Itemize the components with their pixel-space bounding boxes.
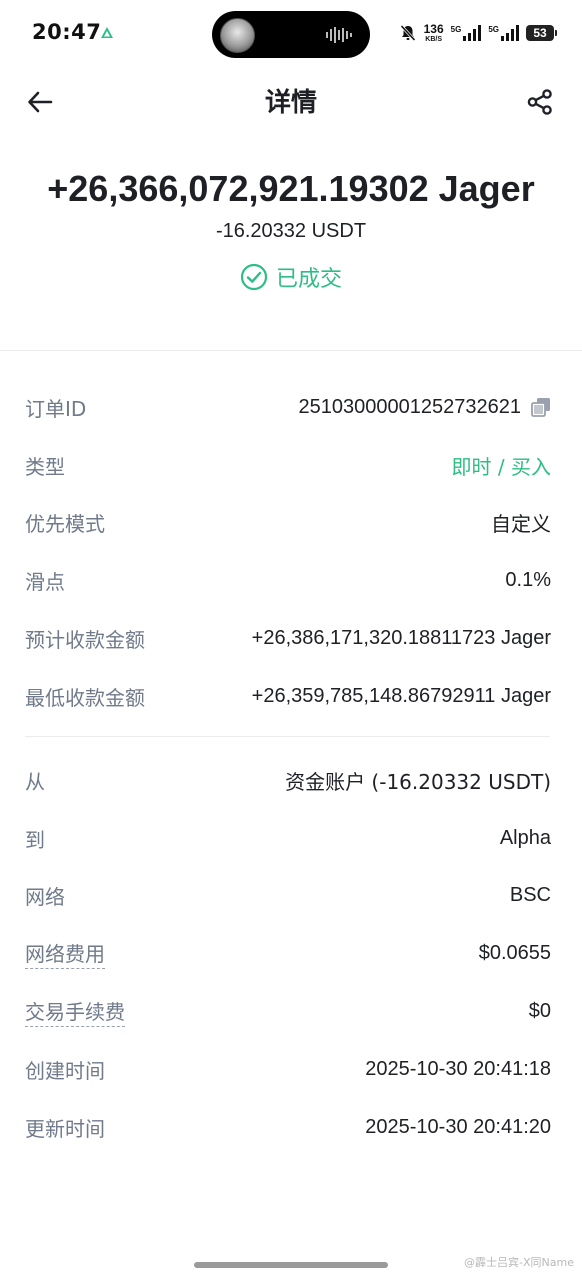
signal-1-label: 5G	[450, 25, 462, 34]
detail-row-to: 到 Alpha	[25, 818, 551, 858]
updated-time-value: 2025-10-30 20:41:20	[365, 1115, 551, 1138]
share-icon	[527, 89, 552, 115]
network-speed: 136 KB/S	[424, 23, 444, 43]
status-indicators: 136 KB/S 5G 5G 53	[399, 18, 557, 48]
detail-row-estimated-receive: 预计收款金额 +26,386,171,320.18811723 Jager	[25, 618, 551, 658]
watermark: @霹士吕宾-X同Name	[464, 1256, 574, 1269]
network-label: 网络	[25, 884, 65, 909]
status-bar: 20:47 136 KB/S 5G 5G 53	[0, 0, 582, 68]
updated-time-label: 更新时间	[25, 1116, 105, 1141]
detail-row-minimum-receive: 最低收款金额 +26,359,785,148.86792911 Jager	[25, 676, 551, 716]
order-id-label: 订单ID	[25, 396, 87, 421]
priority-mode-label: 优先模式	[25, 511, 105, 536]
order-id-value: 2510300000125273262​1	[298, 395, 521, 418]
network-speed-value: 136	[423, 22, 444, 36]
status-time: 20:47	[32, 20, 102, 44]
type-label: 类型	[25, 454, 65, 479]
order-status: 已成交	[240, 261, 342, 293]
audio-wave-icon	[326, 27, 352, 43]
detail-row-network: 网络 BSC	[25, 875, 551, 915]
signal-2-label: 5G	[488, 25, 499, 34]
priority-mode-value: 自定义	[491, 511, 551, 536]
detail-row-trading-fee: 交易手续费 $0	[25, 991, 551, 1031]
order-status-label: 已成交	[275, 267, 342, 292]
home-indicator[interactable]	[194, 1262, 388, 1268]
signal-bars-icon	[463, 25, 482, 41]
detail-row-network-fee: 网络费用 $0.0655	[25, 933, 551, 973]
received-amount: +26,366,072,921.19302 Jager	[47, 168, 535, 209]
detail-row-priority-mode: 优先模式 自定义	[25, 502, 551, 542]
detail-row-from: 从 资金账户 (-16.20332 USDT)	[25, 760, 551, 800]
network-fee-value: $0.0655	[478, 941, 551, 964]
type-value: 即时 / 买入	[451, 454, 551, 479]
paid-amount: -16.20332 USDT	[215, 220, 367, 242]
detail-row-type: 类型 即时 / 买入	[25, 445, 551, 485]
minimum-receive-value: +26,359,785,148.86792911 Jager	[251, 684, 551, 707]
app-notification-icon	[101, 27, 113, 38]
battery-icon: 53	[526, 25, 557, 41]
copy-icon[interactable]	[531, 397, 551, 417]
created-time-value: 2025-10-30 20:41:18	[365, 1057, 551, 1080]
top-nav: 详情	[0, 68, 582, 134]
signal-bars-icon	[501, 25, 519, 41]
order-summary: +26,366,072,921.19302 Jager -16.20332 US…	[0, 168, 582, 295]
estimated-receive-label: 预计收款金额	[25, 627, 145, 652]
to-value: Alpha	[499, 826, 551, 849]
detail-row-created-time: 创建时间 2025-10-30 20:41:18	[25, 1049, 551, 1089]
trading-fee-label[interactable]: 交易手续费	[25, 996, 125, 1027]
detail-row-updated-time: 更新时间 2025-10-30 20:41:20	[25, 1107, 551, 1147]
page-title: 详情	[264, 88, 317, 118]
details-divider	[25, 736, 550, 737]
check-circle-icon	[240, 263, 268, 291]
trading-fee-value: $0	[528, 999, 551, 1022]
from-value: 资金账户 (-16.20332 USDT)	[285, 769, 551, 794]
island-avatar	[220, 18, 255, 53]
estimated-receive-value: +26,386,171,320.18811723 Jager	[251, 626, 551, 649]
from-label: 从	[25, 769, 45, 794]
signal-2: 5G	[488, 25, 519, 41]
minimum-receive-label: 最低收款金额	[25, 685, 145, 710]
network-value: BSC	[509, 883, 551, 906]
network-speed-unit: KB/S	[425, 36, 442, 43]
battery-level: 53	[533, 26, 547, 40]
detail-row-order-id: 订单ID 2510300000125273262​1	[25, 387, 551, 427]
detail-row-slippage: 滑点 0.1%	[25, 560, 551, 600]
slippage-label: 滑点	[25, 569, 65, 594]
to-label: 到	[25, 827, 45, 852]
created-time-label: 创建时间	[25, 1058, 105, 1083]
section-divider	[0, 350, 582, 351]
share-button[interactable]	[522, 84, 558, 120]
signal-1: 5G	[451, 25, 482, 41]
slippage-value: 0.1%	[505, 568, 551, 591]
dynamic-island[interactable]	[212, 11, 370, 58]
mute-bell-icon	[400, 24, 416, 42]
order-id-value-group: 2510300000125273262​1	[299, 396, 551, 419]
network-fee-label[interactable]: 网络费用	[25, 938, 105, 969]
